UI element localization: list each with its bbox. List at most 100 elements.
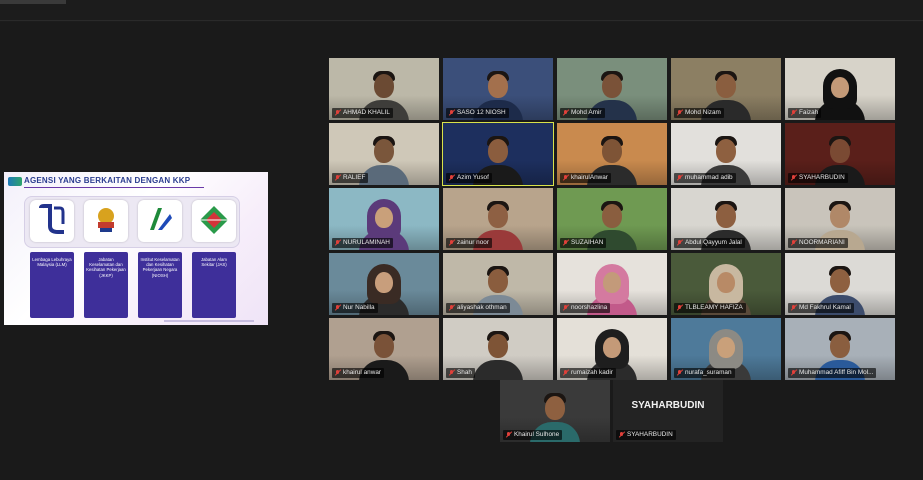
niosh-logo-icon [138,200,182,242]
participant-name: Khairul Sulhone [514,431,560,438]
participant-video-tile[interactable]: nurafa_suraman [671,318,781,380]
participant-name-label: TLBLEAMY HAFIZA [674,303,746,313]
muted-mic-icon [506,432,511,438]
participant-video-tile[interactable]: Md Fakhrul Kamal [785,253,895,315]
participant-name-label: muhammad adib [674,173,736,183]
slide-header: AGENSI YANG BERKAITAN DENGAN KKP [4,175,268,189]
muted-mic-icon [677,370,682,376]
participant-name: zainur noor [457,239,489,246]
participant-video-tile[interactable]: aliyashak othman [443,253,553,315]
participant-name: Shah [457,369,472,376]
participant-name: aliyashak othman [457,304,507,311]
participant-name: AHMAD KHALIL [343,109,390,116]
participant-name: rumaizah kadir [571,369,613,376]
participant-name-label: Faizah [788,108,822,118]
window-tab [0,0,66,4]
participant-name-label: AHMAD KHALIL [332,108,393,118]
participant-name: khairulAnwar [571,174,608,181]
muted-mic-icon [335,305,340,311]
participant-name-label: SYAHARBUDIN [616,430,676,440]
participant-video-tile[interactable]: Mohd Nizam [671,58,781,120]
muted-mic-icon [335,110,340,116]
muted-mic-icon [677,305,682,311]
muted-mic-icon [563,305,568,311]
participant-name: SASO 12 NIOSH [457,109,506,116]
muted-mic-icon [563,370,568,376]
muted-mic-icon [335,175,340,181]
participant-video-tile[interactable]: SUZAIHAN [557,188,667,250]
participant-video-tile[interactable]: noorshazlina [557,253,667,315]
participant-video-tile[interactable]: Shah [443,318,553,380]
muted-mic-icon [563,110,568,116]
agency-label-jkkp: Jabatan Keselamatan dan Kesihatan Pekerj… [84,252,128,318]
muted-mic-icon [449,305,454,311]
participant-video-tile[interactable]: Nur Nabilla [329,253,439,315]
participant-name-label: khairul anwar [332,368,385,378]
participant-name: NOORMARIANI [799,239,845,246]
participant-name: Md Fakhrul Kamal [799,304,851,311]
participant-name: Mohd Amir [571,109,602,116]
participant-video-tile[interactable]: Muhammad Afiff Bin Mol... [785,318,895,380]
participant-video-tile[interactable]: khairul anwar [329,318,439,380]
participant-video-tile[interactable]: NURULAMINAH [329,188,439,250]
participant-name: TLBLEAMY HAFIZA [685,304,743,311]
participant-video-tile[interactable]: AHMAD KHALIL [329,58,439,120]
participant-video-tile[interactable]: zainur noor [443,188,553,250]
participant-name-label: Azim Yusof [446,173,492,183]
muted-mic-icon [449,110,454,116]
muted-mic-icon [677,175,682,181]
participant-name-label: zainur noor [446,238,492,248]
participant-video-tile[interactable]: Abdul Qayyum Jalal [671,188,781,250]
participant-name: muhammad adib [685,174,733,181]
participant-name-label: SUZAIHAN [560,238,607,248]
participant-video-tile[interactable]: Mohd Amir [557,58,667,120]
participant-video-feed [813,68,867,120]
muted-mic-icon [449,175,454,181]
muted-mic-icon [619,432,624,438]
participant-video-tile[interactable]: rumaizah kadir [557,318,667,380]
participant-name-label: Mohd Amir [560,108,605,118]
muted-mic-icon [677,240,682,246]
participant-video-tile[interactable]: muhammad adib [671,123,781,185]
jas-logo-icon [192,200,236,242]
participant-display-name: SYAHARBUDIN [631,400,705,411]
participant-name: NURULAMINAH [343,239,390,246]
jkkp-crest-icon [84,200,128,242]
kkp-logo-icon [8,177,22,186]
participant-name-label: khairulAnwar [560,173,611,183]
participant-video-tile[interactable]: Faizah [785,58,895,120]
participant-name-label: Nur Nabilla [332,303,378,313]
title-underline [24,187,204,188]
participant-video-tile[interactable]: TLBLEAMY HAFIZA [671,253,781,315]
agency-label-jas: Jabatan Alam Sekitar (JAS) [192,252,236,318]
participant-video-tile-camera-off[interactable]: SYAHARBUDIN SYAHARBUDIN [613,380,723,442]
muted-mic-icon [335,370,340,376]
agency-label-llm: Lembaga Lebuhraya Malaysia (LLM) [30,252,74,318]
participant-name: Abdul Qayyum Jalal [685,239,742,246]
muted-mic-icon [335,240,340,246]
participant-name-label: Muhammad Afiff Bin Mol... [788,368,877,378]
participant-video-tile[interactable]: RALIEF [329,123,439,185]
participant-name: Mohd Nizam [685,109,721,116]
participant-name: nurafa_suraman [685,369,732,376]
slide-title: AGENSI YANG BERKAITAN DENGAN KKP [24,176,191,185]
muted-mic-icon [563,240,568,246]
participant-name: Azim Yusof [457,174,489,181]
participant-name-label: NURULAMINAH [332,238,393,248]
llm-logo-icon [30,200,74,242]
participant-name: SUZAIHAN [571,239,604,246]
participant-name: khairul anwar [343,369,382,376]
participant-video-tile[interactable]: SYAHARBUDIN [785,123,895,185]
participant-video-tile[interactable]: SASO 12 NIOSH [443,58,553,120]
participant-name-label: RALIEF [332,173,369,183]
shared-screen[interactable]: AGENSI YANG BERKAITAN DENGAN KKP Lembaga… [4,172,268,325]
participant-video-tile[interactable]: Khairul Sulhone [500,380,610,442]
muted-mic-icon [791,370,796,376]
participant-video-tile[interactable]: khairulAnwar [557,123,667,185]
slide-footer-bar [164,320,254,322]
muted-mic-icon [791,175,796,181]
participant-video-tile[interactable]: Azim Yusof [442,122,554,186]
muted-mic-icon [677,110,682,116]
participant-video-tile[interactable]: NOORMARIANI [785,188,895,250]
participant-name: noorshazlina [571,304,608,311]
